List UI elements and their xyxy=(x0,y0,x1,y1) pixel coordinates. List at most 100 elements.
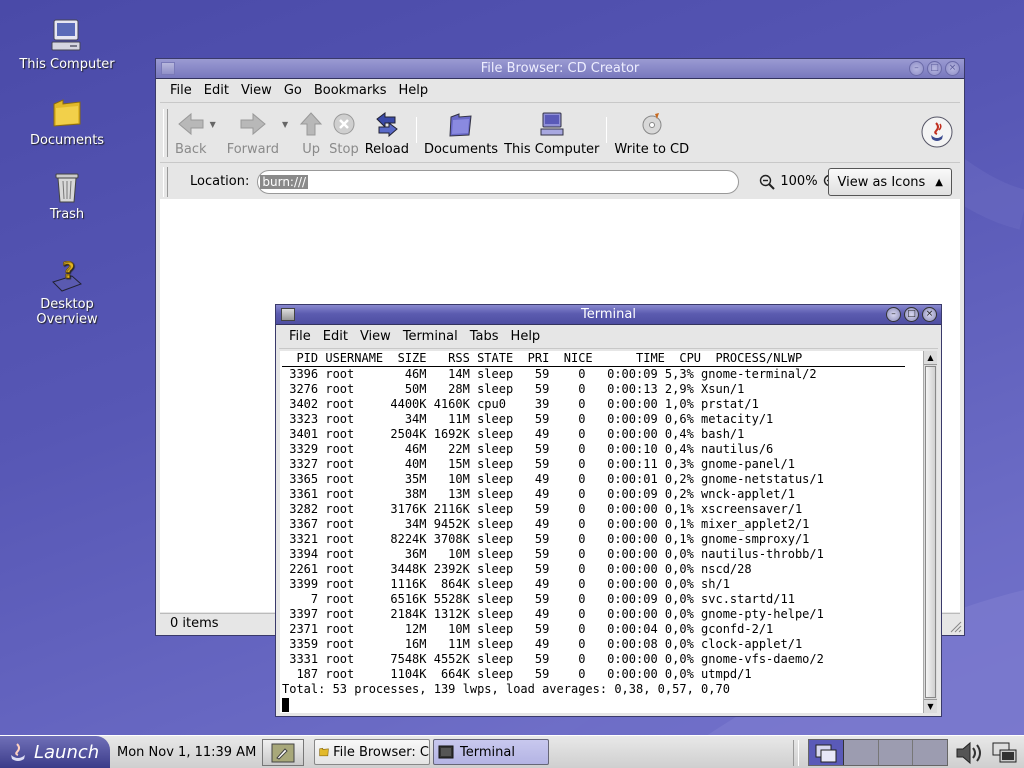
process-row: 3399 root 1116K 864K sleep 49 0 0:00:00 … xyxy=(282,577,730,591)
menu-view[interactable]: View xyxy=(235,83,278,98)
menu-help[interactable]: Help xyxy=(505,329,547,344)
process-row: 2261 root 3448K 2392K sleep 59 0 0:00:00… xyxy=(282,562,752,576)
workspace-1[interactable] xyxy=(809,740,844,765)
workspace-3[interactable] xyxy=(878,740,914,765)
back-history-dropdown-icon[interactable]: ▼ xyxy=(210,120,216,129)
computer-icon xyxy=(540,112,564,136)
process-row: 3331 root 7548K 4552K sleep 59 0 0:00:00… xyxy=(282,652,824,666)
back-button[interactable]: Back xyxy=(172,109,210,157)
up-arrow-icon xyxy=(300,112,323,136)
back-arrow-icon xyxy=(178,112,204,136)
view-as-select[interactable]: View as Icons ▲ xyxy=(828,168,952,196)
process-row: 3282 root 3176K 2116K sleep 59 0 0:00:00… xyxy=(282,502,803,516)
workspace-4[interactable] xyxy=(913,740,947,765)
minimize-button[interactable]: – xyxy=(886,307,901,322)
file-browser-titlebar[interactable]: File Browser: CD Creator – □ × xyxy=(156,59,964,79)
java-throbber xyxy=(920,115,954,153)
up-button[interactable]: Up xyxy=(296,109,326,157)
location-bar-grip[interactable] xyxy=(163,167,168,197)
process-row: 2371 root 12M 10M sleep 59 0 0:00:04 0,0… xyxy=(282,622,774,636)
task-label: Terminal xyxy=(460,744,515,760)
minimize-button[interactable]: – xyxy=(909,61,924,76)
folder-icon xyxy=(53,99,81,127)
file-browser-menubar: File Edit View Go Bookmarks Help xyxy=(160,79,960,103)
launch-menu-button[interactable]: Launch xyxy=(0,736,110,768)
zoom-out-icon[interactable] xyxy=(759,174,776,190)
task-label: File Browser: C xyxy=(333,744,429,760)
window-menu-button[interactable] xyxy=(161,62,175,75)
zoom-control: 100% xyxy=(759,174,839,190)
stop-button[interactable]: Stop xyxy=(326,109,362,157)
terminal-window: Terminal – □ × File Edit View Terminal T… xyxy=(275,304,942,717)
scrollbar-thumb[interactable] xyxy=(925,366,936,698)
show-desktop-icon xyxy=(271,743,295,762)
process-row: 3361 root 38M 13M sleep 49 0 0:00:09 0,2… xyxy=(282,487,795,501)
cd-burn-icon xyxy=(642,113,662,135)
terminal-screen[interactable]: PID USERNAME SIZE RSS STATE PRI NICE TIM… xyxy=(280,351,923,713)
process-row: 3321 root 8224K 3708K sleep 59 0 0:00:00… xyxy=(282,532,810,546)
close-button[interactable]: × xyxy=(922,307,937,322)
workspace-2[interactable] xyxy=(843,740,879,765)
launch-label: Launch xyxy=(34,742,100,763)
desktop-icon-trash[interactable]: Trash xyxy=(17,166,117,222)
this-computer-button[interactable]: This Computer xyxy=(501,109,602,157)
desktop-icon-label: This Computer xyxy=(19,57,115,72)
forward-arrow-icon xyxy=(240,112,266,136)
toolbar-separator xyxy=(606,117,608,143)
status-items-count: 0 items xyxy=(170,616,219,631)
java-logo-icon xyxy=(921,116,953,148)
process-list: 3396 root 46M 14M sleep 59 0 0:00:09 5,3… xyxy=(282,367,923,682)
prstat-header: PID USERNAME SIZE RSS STATE PRI NICE TIM… xyxy=(282,351,905,367)
workspace-switcher[interactable] xyxy=(808,739,948,766)
reload-icon xyxy=(376,112,398,137)
terminal-titlebar[interactable]: Terminal – □ × xyxy=(276,305,941,325)
terminal-menubar: File Edit View Terminal Tabs Help xyxy=(279,325,938,349)
scroll-down-arrow-icon[interactable]: ▼ xyxy=(924,699,937,713)
write-to-cd-button[interactable]: Write to CD xyxy=(611,109,692,157)
process-row: 3394 root 36M 10M sleep 59 0 0:00:00 0,0… xyxy=(282,547,824,561)
terminal-scrollbar[interactable]: ▲ ▼ xyxy=(923,351,937,713)
documents-button[interactable]: Documents xyxy=(421,109,501,157)
menu-view[interactable]: View xyxy=(354,329,397,344)
process-row: 3276 root 50M 28M sleep 59 0 0:00:13 2,9… xyxy=(282,382,745,396)
maximize-button[interactable]: □ xyxy=(927,61,942,76)
location-input-value: burn:/// xyxy=(260,174,309,189)
resize-grip-icon[interactable] xyxy=(948,619,962,633)
desktop-icon-label: Documents xyxy=(29,133,105,148)
toolbar-grip[interactable] xyxy=(163,109,168,157)
volume-icon[interactable] xyxy=(954,741,984,765)
panel-clock[interactable]: Mon Nov 1, 11:39 AM xyxy=(117,745,256,760)
desktop-icon-label: Trash xyxy=(49,207,85,222)
maximize-button[interactable]: □ xyxy=(904,307,919,322)
menu-help[interactable]: Help xyxy=(392,83,434,98)
window-menu-button[interactable] xyxy=(281,308,295,321)
desktop-icon-desktop-overview[interactable]: ? Desktop Overview xyxy=(17,256,117,327)
menu-tabs[interactable]: Tabs xyxy=(464,329,505,344)
taskbar-terminal[interactable]: Terminal xyxy=(433,739,549,765)
stop-icon xyxy=(333,113,355,135)
location-input[interactable]: burn:/// xyxy=(257,169,740,194)
zoom-level[interactable]: 100% xyxy=(780,174,817,189)
show-desktop-button[interactable] xyxy=(262,739,304,766)
reload-button[interactable]: Reload xyxy=(362,109,412,157)
menu-edit[interactable]: Edit xyxy=(198,83,235,98)
scroll-up-arrow-icon[interactable]: ▲ xyxy=(924,351,937,365)
close-button[interactable]: × xyxy=(945,61,960,76)
menu-go[interactable]: Go xyxy=(278,83,308,98)
network-monitor-icon[interactable] xyxy=(991,741,1019,765)
menu-file[interactable]: File xyxy=(164,83,198,98)
desktop-icon-this-computer[interactable]: This Computer xyxy=(17,16,117,72)
taskbar-file-browser[interactable]: File Browser: C xyxy=(314,739,430,765)
documents-folder-icon xyxy=(449,113,472,137)
menu-file[interactable]: File xyxy=(283,329,317,344)
menu-terminal[interactable]: Terminal xyxy=(397,329,464,344)
desktop-icon-documents[interactable]: Documents xyxy=(17,92,117,148)
terminal-icon xyxy=(438,745,454,759)
menu-bookmarks[interactable]: Bookmarks xyxy=(308,83,393,98)
menu-edit[interactable]: Edit xyxy=(317,329,354,344)
panel-separator xyxy=(793,740,799,766)
forward-history-dropdown-icon[interactable]: ▼ xyxy=(282,120,288,129)
desktop-icon-label-line1: Desktop xyxy=(40,297,94,312)
workspace-window-icon xyxy=(815,744,837,762)
forward-button[interactable]: Forward xyxy=(224,109,282,157)
